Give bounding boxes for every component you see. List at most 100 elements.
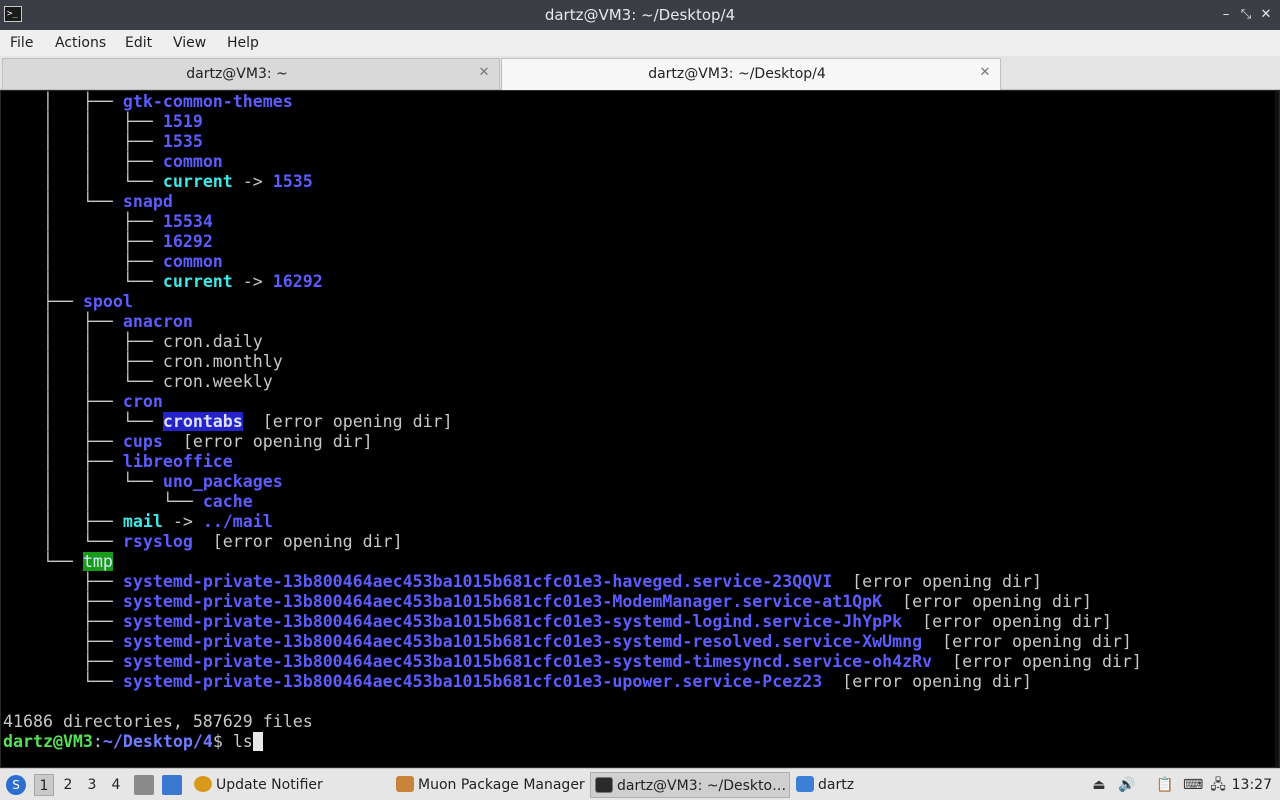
keyboard-icon[interactable]: ⌨: [1183, 776, 1203, 794]
terminal-line: │ │ ├── cron.daily: [3, 332, 1142, 352]
tree-text: ├──: [3, 572, 123, 591]
workspace-2[interactable]: 2: [58, 774, 78, 796]
prompt-separator: :: [92, 732, 103, 751]
file-manager-icon[interactable]: [162, 775, 182, 795]
tree-text: │ │ └──: [3, 412, 163, 431]
clock: 13:27: [1231, 777, 1272, 793]
task-label: dartz@VM3: ~/Deskto…: [617, 778, 787, 794]
tree-text: │ │ └── cron.weekly: [3, 372, 273, 391]
tree-entry: current: [162, 172, 233, 191]
prompt-symbol: $: [212, 732, 233, 751]
tree-entry: systemd-private-13b800464aec453ba1015b68…: [122, 592, 883, 611]
tree-text: └──: [3, 672, 123, 691]
tab-bar: dartz@VM3: ~ ✕ dartz@VM3: ~/Desktop/4 ✕: [0, 56, 1280, 91]
tree-entry: spool: [82, 292, 133, 311]
tree-text: │ ├──: [3, 252, 163, 271]
tree-text: ->: [162, 512, 203, 531]
tab-close-icon[interactable]: ✕: [978, 66, 992, 80]
menu-edit[interactable]: Edit: [125, 30, 152, 56]
tree-entry: cups: [122, 432, 163, 451]
workspace-4[interactable]: 4: [106, 774, 126, 796]
task-muon-package-manager[interactable]: Muon Package Manager: [392, 772, 588, 798]
terminal-line: │ │ ├── cron.monthly: [3, 352, 1142, 372]
menu-bar: File Actions Edit View Help: [0, 30, 1280, 56]
tab-close-icon[interactable]: ✕: [477, 66, 491, 80]
terminal-line: │ │ ├── 1519: [3, 112, 1142, 132]
prompt-path: ~/Desktop/4: [102, 732, 213, 751]
maximize-icon[interactable]: ⤡: [1236, 5, 1256, 25]
tree-text: [error opening dir]: [242, 412, 453, 431]
task-label: dartz: [818, 777, 855, 793]
tree-text: │ ├──: [3, 212, 163, 231]
menu-help[interactable]: Help: [227, 30, 259, 56]
start-menu-icon[interactable]: S: [6, 775, 26, 795]
tree-text: │ └──: [3, 272, 163, 291]
tree-entry: systemd-private-13b800464aec453ba1015b68…: [122, 652, 933, 671]
terminal-line: ├── systemd-private-13b800464aec453ba101…: [3, 572, 1142, 592]
scrollbar[interactable]: [1275, 91, 1279, 767]
terminal-line: │ ├── cups [error opening dir]: [3, 432, 1142, 452]
task-folder-dartz[interactable]: dartz: [792, 772, 912, 798]
clipboard-icon[interactable]: 📋: [1156, 776, 1174, 794]
tree-entry: uno_packages: [162, 472, 283, 491]
tree-entry: mail: [122, 512, 163, 531]
terminal-line: │ └── current -> 16292: [3, 272, 1142, 292]
tree-text: ├──: [3, 592, 123, 611]
tree-entry: systemd-private-13b800464aec453ba1015b68…: [122, 612, 903, 631]
terminal-line: │ ├── 15534: [3, 212, 1142, 232]
terminal-output[interactable]: │ ├── gtk-common-themes │ │ ├── 1519 │ │…: [0, 90, 1280, 768]
window-title: dartz@VM3: ~/Desktop/4: [544, 6, 736, 24]
tree-text: │ ├──: [3, 392, 123, 411]
terminal-line: │ │ ├── common: [3, 152, 1142, 172]
tree-entry: 1519: [162, 112, 203, 131]
tree-text: │ │ ├──: [3, 132, 163, 151]
tree-text: │ │ ├── cron.monthly: [3, 352, 283, 371]
terminal-line: 41686 directories, 587629 files: [3, 712, 1142, 732]
terminal-line: │ ├── mail -> ../mail: [3, 512, 1142, 532]
tree-text: │ ├──: [3, 232, 163, 251]
tree-text: ->: [232, 172, 273, 191]
prompt-input: ls: [232, 732, 253, 751]
terminal-line: │ │ └── crontabs [error opening dir]: [3, 412, 1142, 432]
network-icon[interactable]: 🖧: [1209, 776, 1227, 794]
tree-entry: common: [162, 152, 223, 171]
eject-icon[interactable]: ⏏: [1090, 776, 1108, 794]
tree-text: │ ├──: [3, 312, 123, 331]
menu-file[interactable]: File: [10, 30, 33, 56]
terminal-line: │ │ └── cache: [3, 492, 1142, 512]
tab-home[interactable]: dartz@VM3: ~ ✕: [2, 58, 500, 89]
menu-view[interactable]: View: [173, 30, 206, 56]
tree-text: │ └──: [3, 192, 123, 211]
tree-text: 41686 directories, 587629 files: [3, 712, 313, 731]
tree-entry: tmp: [82, 552, 113, 571]
tree-text: │ │ └──: [3, 172, 163, 191]
show-desktop-icon[interactable]: [134, 775, 154, 795]
close-icon[interactable]: ✕: [1256, 5, 1276, 25]
workspace-1[interactable]: 1: [34, 774, 54, 796]
tree-entry: snapd: [122, 192, 173, 211]
tree-text: │ │ ├──: [3, 152, 163, 171]
tree-text: │ ├──: [3, 92, 123, 111]
tab-label: dartz@VM3: ~/Desktop/4: [648, 66, 826, 82]
tree-entry: 1535: [162, 132, 203, 151]
task-label: Muon Package Manager: [418, 777, 585, 793]
prompt-line[interactable]: dartz@VM3:~/Desktop/4$ ls: [3, 732, 1142, 752]
terminal-line: │ │ └── current -> 1535: [3, 172, 1142, 192]
terminal-line: │ └── rsyslog [error opening dir]: [3, 532, 1142, 552]
task-update-notifier[interactable]: Update Notifier: [190, 772, 390, 798]
tree-text: │ ├──: [3, 512, 123, 531]
minimize-icon[interactable]: –: [1216, 5, 1236, 25]
task-terminal[interactable]: dartz@VM3: ~/Deskto…: [590, 772, 790, 798]
tree-entry: 1535: [272, 172, 313, 191]
tree-text: │ ├──: [3, 452, 123, 471]
menu-actions[interactable]: Actions: [55, 30, 106, 56]
terminal-line: ├── spool: [3, 292, 1142, 312]
workspace-3[interactable]: 3: [82, 774, 102, 796]
terminal-text: │ ├── gtk-common-themes │ │ ├── 1519 │ │…: [3, 92, 1142, 752]
tree-entry: gtk-common-themes: [122, 92, 293, 111]
tab-desktop-4[interactable]: dartz@VM3: ~/Desktop/4 ✕: [501, 58, 1001, 91]
volume-icon[interactable]: 🔊: [1118, 776, 1136, 794]
tree-entry: 15534: [162, 212, 213, 231]
tree-text: [error opening dir]: [832, 572, 1042, 591]
